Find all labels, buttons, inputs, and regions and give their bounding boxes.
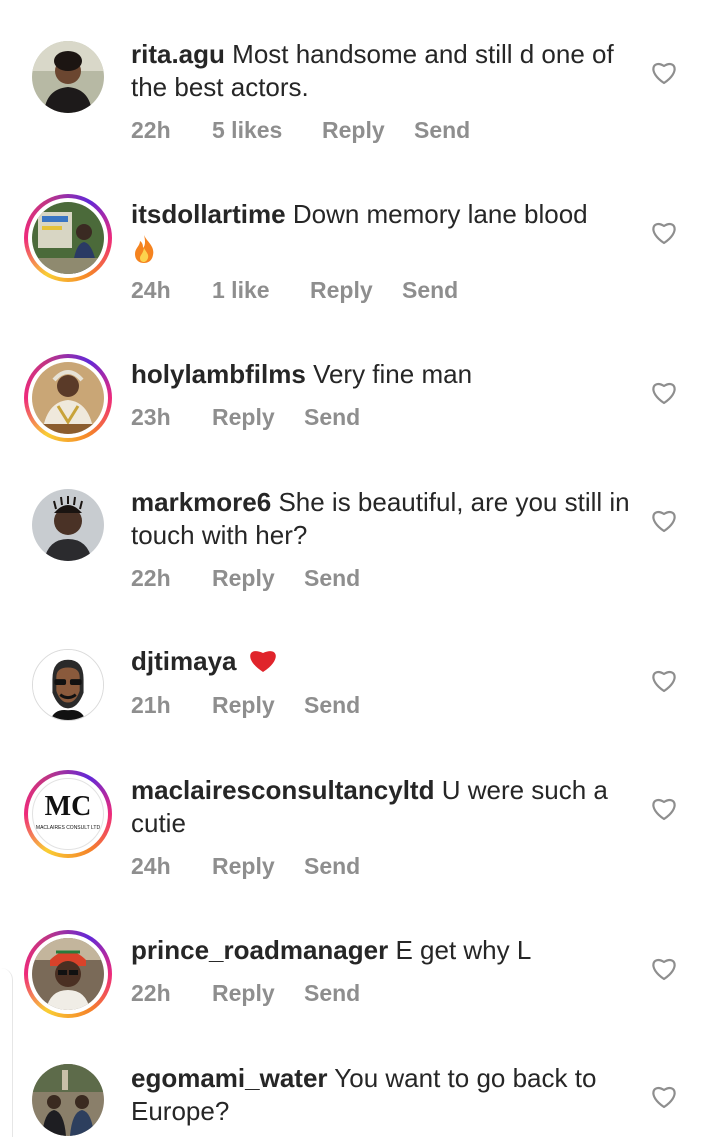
comment-text: prince_roadmanager E get why L [131, 934, 631, 967]
heart-icon[interactable] [651, 957, 677, 981]
comment-text: itsdollartime Down memory lane blood [131, 198, 631, 264]
send-button[interactable]: Send [402, 277, 458, 304]
reply-button[interactable]: Reply [212, 980, 304, 1007]
comment-meta: 23h Reply Send [131, 404, 360, 431]
send-button[interactable]: Send [304, 565, 360, 592]
fire-emoji-icon [135, 235, 154, 264]
profile-photo-icon [32, 41, 104, 113]
heart-icon[interactable] [651, 1085, 677, 1109]
heart-icon[interactable] [651, 221, 677, 245]
comment-username[interactable]: markmore6 [131, 487, 271, 517]
heart-icon[interactable] [651, 797, 677, 821]
comment-username[interactable]: prince_roadmanager [131, 935, 388, 965]
logo-caption: MACLAIRES CONSULT LTD [35, 825, 101, 831]
comment-meta: 22h Reply Send [131, 980, 360, 1007]
avatar[interactable] [32, 41, 104, 113]
avatar[interactable] [24, 354, 112, 442]
comment-username[interactable]: maclairesconsultancyltd [131, 775, 434, 805]
comment-username[interactable]: rita.agu [131, 39, 225, 69]
reply-button[interactable]: Reply [212, 692, 304, 719]
heart-icon[interactable] [651, 61, 677, 85]
comment-meta: 21h Reply Send [131, 692, 360, 719]
comment-text: maclairesconsultancyltd U were such a cu… [131, 774, 631, 840]
profile-photo-icon [32, 489, 104, 561]
send-button[interactable]: Send [304, 980, 360, 1007]
comment-body: Very fine man [313, 359, 473, 389]
company-logo: MC MACLAIRES CONSULT LTD [32, 778, 104, 850]
reply-button[interactable]: Reply [212, 853, 304, 880]
comment-body: Down memory lane blood [292, 199, 588, 229]
comment-text: markmore6 She is beautiful, are you stil… [131, 486, 631, 552]
comment-username[interactable]: holylambfilms [131, 359, 306, 389]
comment-text: egomami_water You want to go back to Eur… [131, 1062, 631, 1128]
reply-button[interactable]: Reply [212, 404, 304, 431]
send-button[interactable]: Send [304, 853, 360, 880]
avatar[interactable] [24, 194, 112, 282]
comment-time: 22h [131, 980, 171, 1006]
avatar[interactable] [24, 930, 112, 1018]
side-panel-edge [0, 968, 13, 1137]
heart-icon[interactable] [651, 381, 677, 405]
heart-icon[interactable] [651, 509, 677, 533]
avatar[interactable] [32, 1064, 104, 1136]
send-button[interactable]: Send [414, 117, 470, 144]
heart-icon[interactable] [651, 669, 677, 693]
avatar[interactable] [32, 489, 104, 561]
comment-text: holylambfilms Very fine man [131, 358, 631, 391]
profile-photo-icon [32, 1064, 104, 1136]
comment-time: 21h [131, 692, 171, 718]
profile-photo-icon [33, 650, 103, 720]
comment-meta: 22h Reply Send [131, 565, 360, 592]
send-button[interactable]: Send [304, 692, 360, 719]
comment-likes[interactable]: 5 likes [212, 117, 322, 144]
profile-photo-icon [32, 202, 104, 274]
avatar[interactable]: MC MACLAIRES CONSULT LTD [24, 770, 112, 858]
avatar[interactable] [32, 649, 104, 721]
comment-meta: 24h Reply Send [131, 853, 360, 880]
reply-button[interactable]: Reply [322, 117, 414, 144]
comment-username[interactable]: egomami_water [131, 1063, 328, 1093]
comment-likes[interactable]: 1 like [212, 277, 310, 304]
comment-username[interactable]: djtimaya [131, 646, 237, 676]
profile-photo-icon [32, 362, 104, 434]
comment-time: 24h [131, 853, 171, 879]
comment-time: 24h [131, 277, 171, 303]
comment-meta: 22h 5 likes Reply Send [131, 117, 470, 144]
comment-time: 23h [131, 404, 171, 430]
profile-photo-icon [32, 938, 104, 1010]
reply-button[interactable]: Reply [212, 565, 304, 592]
logo-monogram: MC [44, 791, 92, 822]
comment-time: 22h [131, 565, 171, 591]
red-heart-emoji-icon [249, 651, 276, 672]
comment-time: 22h [131, 117, 171, 143]
comment-body: E get why L [395, 935, 532, 965]
reply-button[interactable]: Reply [310, 277, 402, 304]
comment-username[interactable]: itsdollartime [131, 199, 286, 229]
send-button[interactable]: Send [304, 404, 360, 431]
comment-meta: 24h 1 like Reply Send [131, 277, 458, 304]
comment-text: rita.agu Most handsome and still d one o… [131, 38, 631, 104]
comment-text: djtimaya [131, 645, 631, 678]
